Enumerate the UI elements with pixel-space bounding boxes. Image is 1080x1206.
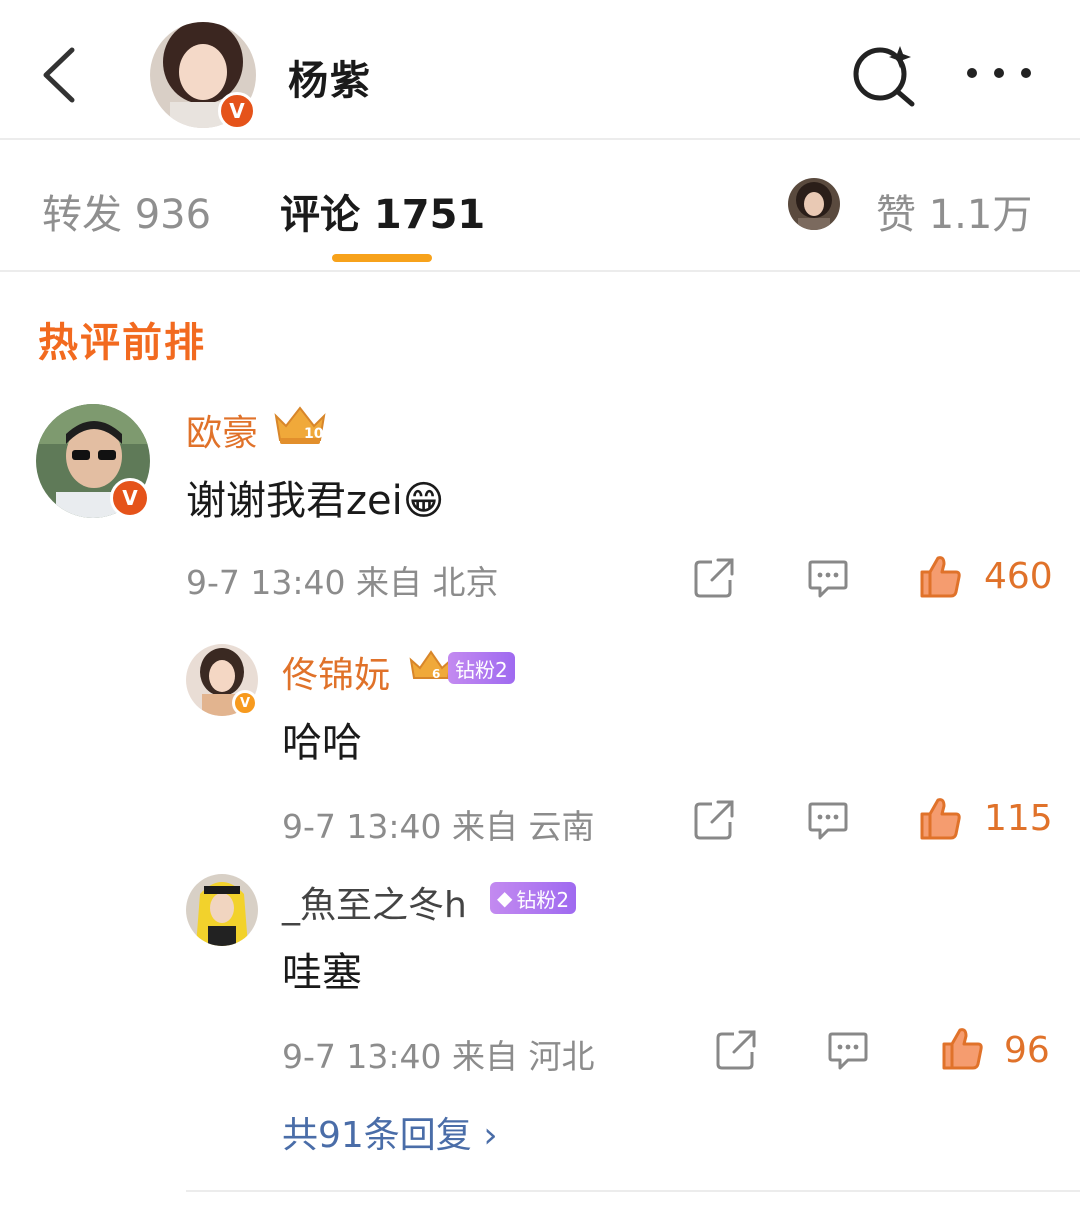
reply-avatar[interactable]: V [186, 644, 258, 716]
tab-bar: 转发 936 评论 1751 赞 1.1万 [0, 142, 1080, 272]
more-replies-link[interactable]: 共91条回复 › [282, 1106, 498, 1158]
divider [186, 1190, 1080, 1192]
top-bar: V 杨紫 [0, 0, 1080, 140]
reply-content: 哇塞 [282, 950, 362, 996]
verified-badge-icon: V [232, 690, 258, 716]
share-icon[interactable] [714, 1028, 758, 1072]
svg-text:6: 6 [432, 667, 440, 681]
share-icon[interactable] [692, 556, 736, 600]
reply-meta: 9-7 13:40 来自 云南 [282, 807, 595, 846]
reply-icon[interactable] [806, 798, 850, 842]
verified-badge-icon: V [110, 478, 150, 518]
back-icon[interactable] [36, 40, 86, 110]
like-icon[interactable] [918, 554, 962, 598]
tab-like[interactable]: 赞 1.1万 [876, 182, 1032, 240]
like-icon[interactable] [918, 796, 962, 840]
reply-username[interactable]: _魚至之冬h [282, 876, 467, 928]
reply-username[interactable]: 佟锦妧 [282, 646, 390, 698]
page-title: 杨紫 [288, 58, 372, 104]
reply-meta: 9-7 13:40 来自 河北 [282, 1037, 595, 1076]
section-title: 热评前排 [38, 320, 206, 366]
comment-content: 谢谢我君zei😁 [186, 478, 445, 524]
svg-text:10: 10 [304, 426, 324, 442]
profile-avatar[interactable]: V [150, 22, 256, 130]
like-icon[interactable] [940, 1026, 984, 1070]
verified-badge-icon: V [218, 92, 256, 130]
like-count: 115 [984, 798, 1053, 839]
like-count: 460 [984, 556, 1053, 597]
share-icon[interactable] [692, 798, 736, 842]
search-icon[interactable] [848, 40, 918, 110]
reply-icon[interactable] [826, 1028, 870, 1072]
reply-content: 哈哈 [282, 720, 362, 766]
tab-comment[interactable]: 评论 1751 [280, 182, 485, 240]
tab-repost[interactable]: 转发 936 [42, 182, 211, 240]
liker-avatar [788, 178, 840, 230]
fan-badge: ◆ 钻粉2 [490, 882, 577, 914]
comment-avatar[interactable]: V [36, 404, 150, 518]
tab-active-indicator [332, 254, 432, 262]
crown-level-icon: 10 [274, 406, 326, 444]
fan-badge: 钻粉2 [448, 652, 515, 684]
diamond-icon: ◆ [497, 886, 513, 910]
comment-username[interactable]: 欧豪 [186, 404, 258, 456]
like-count: 96 [1004, 1030, 1050, 1071]
reply-icon[interactable] [806, 556, 850, 600]
more-icon[interactable] [962, 58, 1036, 88]
reply-avatar[interactable] [186, 874, 258, 946]
fan-badge-label: 钻粉2 [516, 887, 570, 912]
comment-meta: 9-7 13:40 来自 北京 [186, 563, 499, 602]
